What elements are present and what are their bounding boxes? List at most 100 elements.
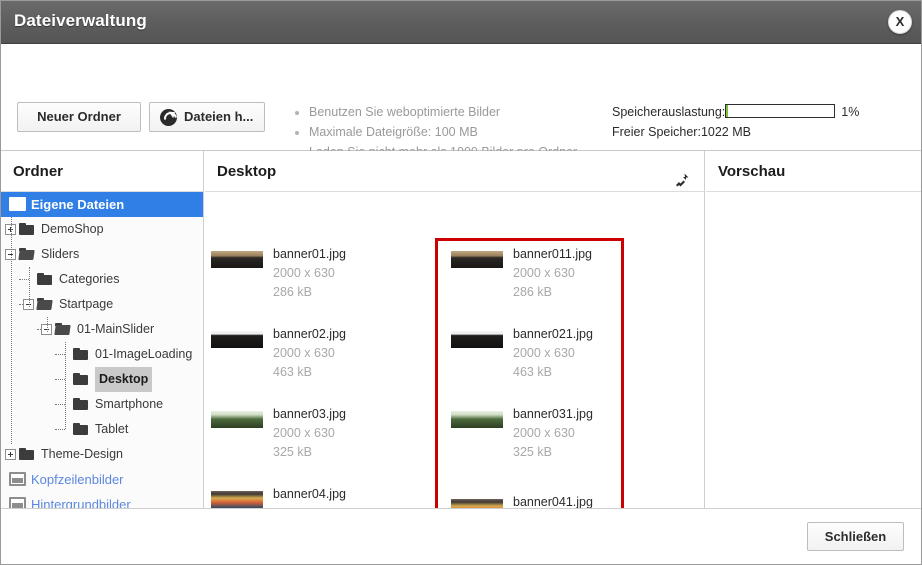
sidebar-item-label: Kopfzeilenbilder xyxy=(31,472,124,487)
file-name: banner031.jpg xyxy=(513,407,593,421)
preview-header: Vorschau xyxy=(706,151,921,192)
tree-connector xyxy=(19,304,23,305)
footer-bar: Schließen xyxy=(1,508,921,564)
tree-connector xyxy=(11,217,12,444)
file-list: banner01.jpg 2000 x 630 286 kB banner02.jpg… xyxy=(205,192,704,508)
tree-connector xyxy=(55,429,65,430)
storage-free-value: 1022 MB xyxy=(700,125,751,139)
file-name: banner04.jpg xyxy=(273,487,346,501)
image-folder-icon xyxy=(9,197,26,211)
sidebar-item-label: Desktop xyxy=(95,367,153,392)
image-folder-icon xyxy=(9,497,26,508)
storage-usage-row: Speicherauslastung: 1% xyxy=(612,102,859,122)
upload-hint-item: Maximale Dateigröße: 100 MB xyxy=(309,122,594,142)
storage-info: Speicherauslastung: 1% Freier Speicher:10… xyxy=(612,102,859,142)
file-size: 463 kB xyxy=(513,365,552,379)
sidebar-item-01-imageloading[interactable]: 01-ImageLoading xyxy=(1,342,203,367)
tree-connector xyxy=(29,267,30,307)
file-size: 286 kB xyxy=(273,285,312,299)
tree-connector xyxy=(65,342,66,429)
folder-tree-panel: Ordner Eigene Dateien DemoShop Sliders Cate… xyxy=(1,151,204,508)
upload-files-label: Dateien h... xyxy=(184,109,254,124)
file-list-header-label: Desktop xyxy=(217,163,277,180)
folder-tree: Eigene Dateien DemoShop Sliders Categories S… xyxy=(1,192,203,508)
sidebar-item-startpage[interactable]: Startpage xyxy=(1,292,203,317)
storage-usage-label: Speicherauslastung: xyxy=(612,105,726,119)
file-thumbnail xyxy=(451,251,503,268)
sidebar-item-label: Startpage xyxy=(59,297,114,311)
file-dimensions: 2000 x 630 xyxy=(273,266,335,280)
file-dimensions: 2000 x 630 xyxy=(273,346,335,360)
file-dimensions: 2000 x 630 xyxy=(513,346,575,360)
sidebar-item-kopfzeilenbilder[interactable]: Kopfzeilenbilder xyxy=(1,467,203,492)
folder-icon xyxy=(19,448,34,460)
sidebar-item-label: Sliders xyxy=(41,247,80,261)
sidebar-item-sliders[interactable]: Sliders xyxy=(1,242,203,267)
file-name: banner041.jpg xyxy=(513,495,593,508)
sidebar-item-label: 01-MainSlider xyxy=(77,322,155,336)
sidebar-item-label: Hintergrundbilder xyxy=(31,497,131,508)
file-thumbnail xyxy=(211,411,263,428)
sidebar-item-label: DemoShop xyxy=(41,222,104,236)
folder-tree-header: Ordner xyxy=(1,151,203,192)
tree-connector xyxy=(19,279,29,280)
file-name: banner011.jpg xyxy=(513,247,593,261)
file-thumbnail xyxy=(451,331,503,348)
sidebar-item-desktop[interactable]: Desktop xyxy=(1,367,203,392)
new-folder-button[interactable]: Neuer Ordner xyxy=(17,102,141,132)
storage-usage-bar xyxy=(725,104,836,118)
file-thumbnail xyxy=(451,411,503,428)
folder-icon xyxy=(73,423,88,435)
file-size: 463 kB xyxy=(273,365,312,379)
sidebar-item-hintergrundbilder[interactable]: Hintergrundbilder xyxy=(1,492,203,508)
folder-open-icon xyxy=(18,248,35,260)
close-x-icon[interactable]: X xyxy=(888,10,912,34)
file-list-header: Desktop xyxy=(205,151,704,192)
sidebar-item-label: Theme-Design xyxy=(41,447,123,461)
upload-files-button[interactable]: Dateien h... xyxy=(149,102,265,132)
sidebar-item-label: 01-ImageLoading xyxy=(95,347,193,361)
expand-diagonal-icon[interactable] xyxy=(674,163,690,187)
file-name: banner01.jpg xyxy=(273,247,346,261)
storage-free-row: Freier Speicher:1022 MB xyxy=(612,122,859,142)
sidebar-item-smartphone[interactable]: Smartphone xyxy=(1,392,203,417)
tree-connector xyxy=(37,329,41,330)
title-bar: Dateiverwaltung X xyxy=(1,1,921,44)
storage-free-label: Freier Speicher: xyxy=(612,125,701,139)
file-size: 325 kB xyxy=(273,445,312,459)
tree-expand-icon[interactable] xyxy=(5,449,16,460)
storage-usage-bar-fill xyxy=(726,105,729,117)
image-folder-icon xyxy=(9,472,26,486)
upload-hint-item: Benutzen Sie weboptimierte Bilder xyxy=(309,102,594,122)
sidebar-item-theme-design[interactable]: Theme-Design xyxy=(1,442,203,467)
file-dimensions: 2000 x 630 xyxy=(273,426,335,440)
sidebar-item-label: Categories xyxy=(59,272,120,286)
folder-icon xyxy=(73,348,88,360)
folder-open-icon xyxy=(54,323,71,335)
folder-icon xyxy=(19,223,34,235)
file-size: 325 kB xyxy=(513,445,552,459)
sidebar-item-eigene-dateien[interactable]: Eigene Dateien xyxy=(1,192,203,217)
upload-circle-icon xyxy=(160,109,177,126)
folder-open-icon xyxy=(36,298,53,310)
folder-icon xyxy=(73,398,88,410)
tree-connector xyxy=(47,317,48,332)
file-thumbnail xyxy=(211,491,263,508)
file-manager-window: Dateiverwaltung X Neuer Ordner Dateien h… xyxy=(0,0,922,565)
sidebar-item-categories[interactable]: Categories xyxy=(1,267,203,292)
sidebar-item-label: Eigene Dateien xyxy=(31,197,125,212)
file-thumbnail xyxy=(211,251,263,268)
sidebar-item-demoshop[interactable]: DemoShop xyxy=(1,217,203,242)
close-dialog-button[interactable]: Schließen xyxy=(807,522,904,551)
file-name: banner021.jpg xyxy=(513,327,593,341)
file-size: 286 kB xyxy=(513,285,552,299)
file-dimensions: 2000 x 630 xyxy=(513,426,575,440)
sidebar-item-01-mainslider[interactable]: 01-MainSlider xyxy=(1,317,203,342)
folder-icon xyxy=(73,373,88,385)
tree-connector xyxy=(55,354,65,355)
sidebar-item-label: Tablet xyxy=(95,422,129,436)
sidebar-item-tablet[interactable]: Tablet xyxy=(1,417,203,442)
file-thumbnail xyxy=(451,499,503,508)
file-list-panel: Desktop banner01.jpg 2000 x 630 286 kB bann… xyxy=(205,151,705,508)
toolbar: Neuer Ordner Dateien h... Benutzen Sie w… xyxy=(1,44,921,179)
